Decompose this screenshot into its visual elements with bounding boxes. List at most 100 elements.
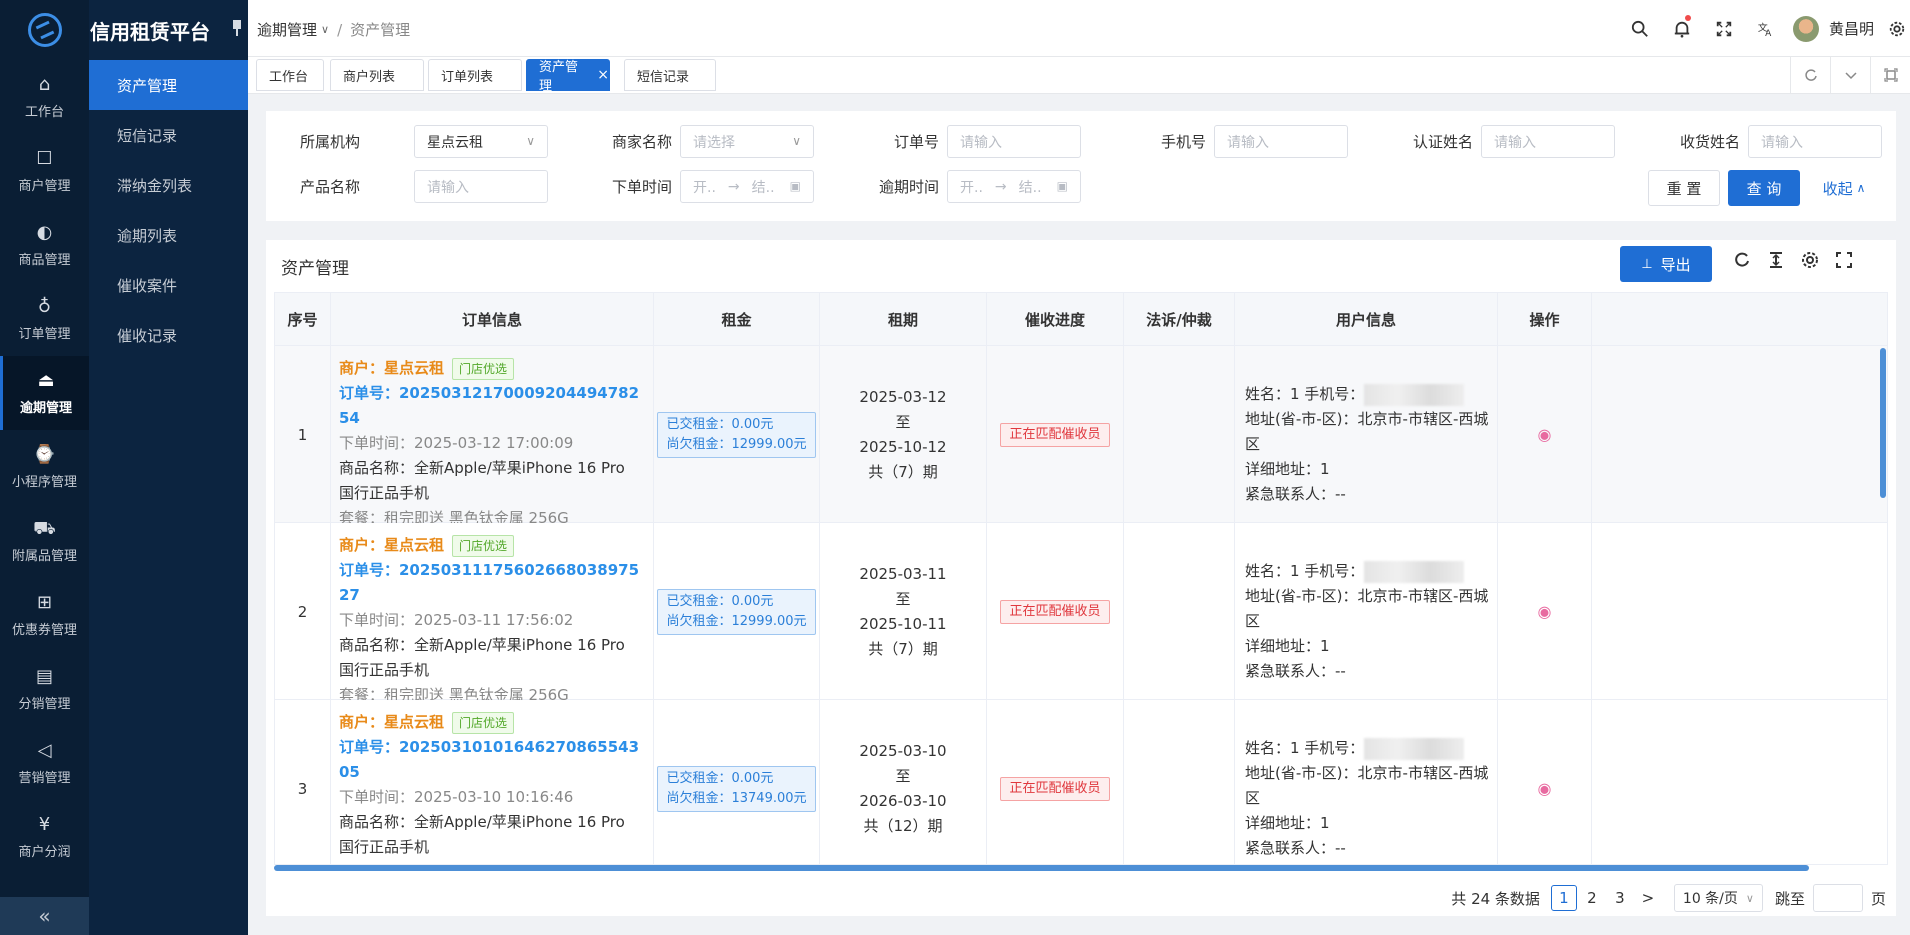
horizontal-scrollbar[interactable] [274, 864, 1888, 872]
user-name-phone: 姓名：1 手机号： [1245, 562, 1365, 580]
fullscreen-icon[interactable] [1703, 0, 1745, 57]
rail-item[interactable]: ⛟ 附属品管理 [0, 504, 89, 578]
chevron-down-icon: ∨ [1745, 891, 1754, 905]
query-button[interactable]: 查 询 [1728, 170, 1800, 206]
rail-item[interactable]: ⌚ 小程序管理 [0, 430, 89, 504]
rail-item[interactable]: ▤ 分销管理 [0, 652, 89, 726]
user-name-phone: 姓名：1 手机号： [1245, 385, 1365, 403]
collapse-filter-label: 收起 [1822, 179, 1853, 198]
submenu-item[interactable]: 催收记录 [89, 310, 248, 360]
auth-name-input[interactable]: 请输入 [1481, 125, 1615, 158]
collapse-filter-button[interactable]: 收起 ∧ [1812, 170, 1876, 206]
submenu-item[interactable]: 滞纳金列表 [89, 160, 248, 210]
vertical-scrollbar[interactable] [1879, 346, 1887, 864]
column-settings-icon[interactable] [1800, 250, 1820, 270]
product-input[interactable]: 请输入 [414, 170, 548, 203]
phone-input[interactable]: 请输入 [1214, 125, 1348, 158]
rail-item[interactable]: ⌂ 工作台 [0, 60, 89, 134]
collection-progress: 正在匹配催收员 [987, 523, 1124, 700]
jump-page-input[interactable] [1812, 884, 1863, 912]
tab-label: 资产管理 [539, 60, 579, 94]
rail-item[interactable]: ⏏ 逾期管理 [0, 356, 89, 430]
tab-label: 商户列表 [343, 69, 396, 85]
receiver-input[interactable]: 请输入 [1748, 125, 1882, 158]
page-number[interactable]: 3 [1607, 885, 1633, 911]
rail-item[interactable]: ¥ 商户分润 [0, 800, 89, 874]
rail-item[interactable]: ⊞ 优惠券管理 [0, 578, 89, 652]
chevron-down-icon[interactable] [1830, 57, 1870, 93]
range-arrow: → [994, 178, 1007, 195]
density-icon[interactable] [1766, 250, 1786, 270]
order-number[interactable]: 订单号：20250310101646270865543​05 [339, 735, 653, 785]
tab-label: 订单列表 [441, 69, 494, 85]
rent-box: 已交租金：0.00元 尚欠租金：13749.00元 [657, 765, 816, 812]
tab[interactable]: 商户列表 [330, 59, 424, 91]
user-name[interactable]: 黄昌明 [1829, 18, 1874, 39]
export-button[interactable]: ⊥ 导出 [1620, 246, 1712, 282]
eye-icon[interactable]: ◉ [1538, 779, 1552, 798]
submenu-item[interactable]: 逾期列表 [89, 210, 248, 260]
merchant-select[interactable]: 请选择 ∨ [680, 125, 814, 158]
close-icon[interactable]: × [597, 67, 609, 83]
trophy-icon: ♁ [37, 296, 52, 317]
gear-icon[interactable] [1884, 0, 1910, 57]
lease-end: 2025-10-12 [859, 437, 947, 456]
tab[interactable]: 订单列表 [428, 59, 522, 91]
tab[interactable]: 工作台 [256, 59, 324, 91]
rail-item[interactable]: ☐ 商户管理 [0, 134, 89, 208]
search-icon[interactable] [1619, 0, 1661, 57]
bell-icon[interactable] [1661, 0, 1703, 57]
auth-name-label: 认证姓名 [1412, 133, 1473, 151]
fullscreen-icon[interactable] [1834, 250, 1854, 270]
app-title-text: 信用租赁平台 [90, 19, 210, 44]
org-select[interactable]: 星点云租 ∨ [414, 125, 548, 158]
range-start: 开.. [960, 179, 983, 196]
yen-icon: ¥ [38, 814, 51, 835]
rent-cell: 已交租金：0.00元 尚欠租金：13749.00元 [654, 700, 820, 864]
refresh-tab-icon[interactable] [1790, 57, 1830, 93]
rail-item[interactable]: ♁ 订单管理 [0, 282, 89, 356]
merchant-name: 商户：星点云租 [339, 359, 445, 377]
pin-icon[interactable] [232, 20, 242, 36]
refresh-icon[interactable] [1732, 250, 1752, 270]
user-detail-address: 详细地址：1 [1245, 814, 1330, 832]
range-arrow: → [727, 178, 740, 195]
collapse-menu-button[interactable]: « [0, 897, 89, 935]
order-time-range[interactable]: 开.. → 结.. ▣ [680, 170, 814, 203]
order-number[interactable]: 订单号：20250311175602668038975​27 [339, 558, 653, 608]
rail-item[interactable]: ◁ 营销管理 [0, 726, 89, 800]
collection-progress: 正在匹配催收员 [987, 346, 1124, 523]
receiver-placeholder: 请输入 [1761, 134, 1803, 151]
receiver-label: 收货姓名 [1679, 133, 1740, 151]
translate-icon[interactable]: 文A [1745, 0, 1787, 57]
submenu-item[interactable]: 资产管理 [89, 60, 248, 110]
submenu-item[interactable]: 催收案件 [89, 260, 248, 310]
rail-item[interactable]: ◐ 商品管理 [0, 208, 89, 282]
order-number[interactable]: 订单号：20250312170009204494782​54 [339, 381, 653, 431]
eye-icon[interactable]: ◉ [1538, 602, 1552, 621]
card-title: 资产管理 [281, 259, 349, 279]
reset-button[interactable]: 重 置 [1648, 170, 1720, 206]
page-size-select[interactable]: 10 条/页 ∨ [1673, 884, 1763, 912]
next-page-button[interactable]: > [1635, 885, 1661, 911]
breadcrumb-parent[interactable]: 逾期管理 [257, 19, 317, 40]
status-badge: 正在匹配催收员 [1000, 422, 1110, 447]
lease-start: 2025-03-11 [859, 564, 947, 583]
order-input[interactable]: 请输入 [947, 125, 1081, 158]
page-number[interactable]: 1 [1550, 885, 1577, 911]
tab[interactable]: 短信记录 [624, 59, 716, 91]
maximize-icon[interactable] [1870, 57, 1910, 93]
avatar[interactable] [1792, 15, 1819, 42]
product-name-cont: 国行正品手机 [339, 661, 430, 679]
eye-icon[interactable]: ◉ [1538, 425, 1552, 444]
submenu-item[interactable]: 短信记录 [89, 110, 248, 160]
chevron-down-icon: ∨ [321, 23, 330, 36]
masked-phone [1364, 737, 1465, 760]
order-info: 商户：星点云租 门店优选 订单号：20250311175602668038975​… [331, 523, 654, 704]
row-number: 1 [275, 346, 331, 523]
page-unit-label: 页 [1870, 889, 1886, 908]
lease-term: 2025-03-10 至 2026-03-10 共（12）期 [820, 700, 987, 864]
page-number[interactable]: 2 [1579, 885, 1605, 911]
tab[interactable]: 资产管理 × [526, 59, 610, 94]
overdue-time-range[interactable]: 开.. → 结.. ▣ [947, 170, 1081, 203]
